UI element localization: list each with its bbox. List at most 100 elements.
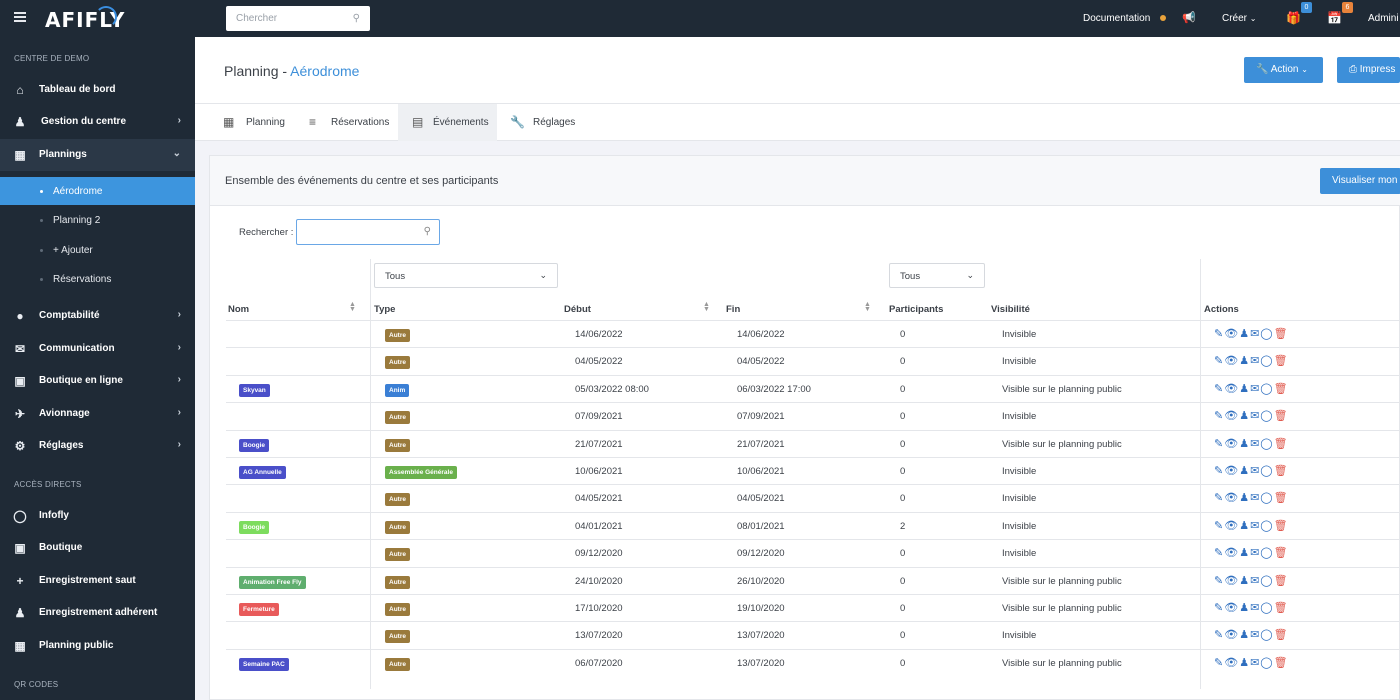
view-icon[interactable]: 👁: [1224, 382, 1238, 396]
sidebar-item-infofly[interactable]: ◯ Infofly: [0, 500, 195, 532]
mail-icon[interactable]: ✉: [1250, 382, 1259, 396]
edit-icon[interactable]: ✎: [1214, 382, 1223, 396]
comment-icon[interactable]: ◯: [1260, 546, 1272, 560]
column-header-debut[interactable]: Début: [564, 304, 591, 315]
gift-icon[interactable]: 🎁: [1286, 0, 1301, 37]
view-icon[interactable]: 👁: [1224, 601, 1238, 615]
participants-icon[interactable]: ♟: [1239, 628, 1249, 642]
delete-icon[interactable]: 🗑: [1274, 628, 1288, 642]
participants-filter-select[interactable]: Tous ⌄: [889, 263, 985, 288]
sidebar-item-enregistrement-saut[interactable]: + Enregistrement saut: [0, 565, 195, 597]
column-header-participants[interactable]: Participants: [889, 304, 943, 315]
comment-icon[interactable]: ◯: [1260, 437, 1272, 451]
sidebar-item-boutique[interactable]: ▣ Boutique: [0, 532, 195, 564]
mail-icon[interactable]: ✉: [1250, 574, 1259, 588]
delete-icon[interactable]: 🗑: [1274, 354, 1288, 368]
participants-icon[interactable]: ♟: [1239, 491, 1249, 505]
edit-icon[interactable]: ✎: [1214, 628, 1223, 642]
edit-icon[interactable]: ✎: [1214, 601, 1223, 615]
admin-menu[interactable]: Admini: [1368, 0, 1399, 37]
edit-icon[interactable]: ✎: [1214, 437, 1223, 451]
sidebar-item-gestion[interactable]: ♟ Gestion du centre ›: [0, 106, 195, 138]
comment-icon[interactable]: ◯: [1260, 354, 1272, 368]
mail-icon[interactable]: ✉: [1250, 628, 1259, 642]
edit-icon[interactable]: ✎: [1214, 409, 1223, 423]
event-name-badge[interactable]: AG Annuelle: [239, 466, 286, 479]
create-menu[interactable]: Créer ⌄: [1222, 0, 1257, 37]
menu-icon[interactable]: [14, 12, 26, 22]
view-icon[interactable]: 👁: [1224, 656, 1238, 670]
mail-icon[interactable]: ✉: [1250, 409, 1259, 423]
comment-icon[interactable]: ◯: [1260, 574, 1272, 588]
edit-icon[interactable]: ✎: [1214, 546, 1223, 560]
sidebar-item-planning-public[interactable]: ▦ Planning public: [0, 630, 195, 662]
participants-icon[interactable]: ♟: [1239, 464, 1249, 478]
mail-icon[interactable]: ✉: [1250, 437, 1259, 451]
comment-icon[interactable]: ◯: [1260, 628, 1272, 642]
comment-icon[interactable]: ◯: [1260, 656, 1272, 670]
edit-icon[interactable]: ✎: [1214, 354, 1223, 368]
sidebar-item-dashboard[interactable]: ⌂ Tableau de bord: [0, 74, 195, 106]
column-header-type[interactable]: Type: [374, 304, 395, 315]
participants-icon[interactable]: ♟: [1239, 601, 1249, 615]
event-name-badge[interactable]: Skyvan: [239, 383, 270, 397]
participants-icon[interactable]: ♟: [1239, 327, 1249, 341]
sidebar-subitem-reservations[interactable]: Réservations: [0, 265, 195, 293]
column-header-fin[interactable]: Fin: [726, 304, 740, 315]
participants-icon[interactable]: ♟: [1239, 382, 1249, 396]
sidebar-item-plannings[interactable]: ▦ Plannings ⌄: [0, 139, 195, 171]
mail-icon[interactable]: ✉: [1250, 464, 1259, 478]
participants-icon[interactable]: ♟: [1239, 656, 1249, 670]
comment-icon[interactable]: ◯: [1260, 464, 1272, 478]
comment-icon[interactable]: ◯: [1260, 601, 1272, 615]
mail-icon[interactable]: ✉: [1250, 601, 1259, 615]
delete-icon[interactable]: 🗑: [1274, 574, 1288, 588]
mail-icon[interactable]: ✉: [1250, 519, 1259, 533]
view-icon[interactable]: 👁: [1224, 354, 1238, 368]
view-icon[interactable]: 👁: [1224, 464, 1238, 478]
event-name-badge[interactable]: Semaine PAC: [239, 657, 289, 671]
participants-icon[interactable]: ♟: [1239, 574, 1249, 588]
sort-icon[interactable]: ▲ ▼: [349, 301, 356, 313]
mail-icon[interactable]: ✉: [1250, 656, 1259, 670]
sidebar-item-reglages[interactable]: ⚙ Réglages ›: [0, 430, 195, 462]
participants-icon[interactable]: ♟: [1239, 519, 1249, 533]
column-header-nom[interactable]: Nom: [228, 304, 249, 315]
sidebar-subitem-aerodrome[interactable]: Aérodrome: [0, 177, 195, 205]
edit-icon[interactable]: ✎: [1214, 464, 1223, 478]
delete-icon[interactable]: 🗑: [1274, 409, 1288, 423]
edit-icon[interactable]: ✎: [1214, 574, 1223, 588]
tab-reservations[interactable]: ≡ Réservations: [295, 104, 397, 141]
participants-icon[interactable]: ♟: [1239, 546, 1249, 560]
sidebar-subitem-planning2[interactable]: Planning 2: [0, 206, 195, 234]
delete-icon[interactable]: 🗑: [1274, 656, 1288, 670]
delete-icon[interactable]: 🗑: [1274, 546, 1288, 560]
type-filter-select[interactable]: Tous ⌄: [374, 263, 558, 288]
tab-reglages[interactable]: 🔧 Réglages: [497, 104, 587, 141]
megaphone-icon[interactable]: 📢: [1182, 0, 1196, 37]
view-icon[interactable]: 👁: [1224, 491, 1238, 505]
sidebar-item-enregistrement-adherent[interactable]: ♟ Enregistrement adhérent: [0, 597, 195, 629]
sort-icon[interactable]: ▲ ▼: [864, 301, 871, 313]
view-icon[interactable]: 👁: [1224, 409, 1238, 423]
delete-icon[interactable]: 🗑: [1274, 519, 1288, 533]
edit-icon[interactable]: ✎: [1214, 519, 1223, 533]
event-name-badge[interactable]: Boogie: [239, 520, 270, 534]
sort-icon[interactable]: ▲ ▼: [703, 301, 710, 313]
view-icon[interactable]: 👁: [1224, 546, 1238, 560]
mail-icon[interactable]: ✉: [1250, 354, 1259, 368]
participants-icon[interactable]: ♟: [1239, 409, 1249, 423]
participants-icon[interactable]: ♟: [1239, 354, 1249, 368]
edit-icon[interactable]: ✎: [1214, 327, 1223, 341]
visualize-button[interactable]: Visualiser mon p: [1320, 168, 1400, 194]
view-icon[interactable]: 👁: [1224, 519, 1238, 533]
sidebar-item-comptabilite[interactable]: ● Comptabilité ›: [0, 300, 195, 332]
documentation-link[interactable]: Documentation: [1083, 0, 1150, 37]
delete-icon[interactable]: 🗑: [1274, 491, 1288, 505]
tab-planning[interactable]: ▦ Planning: [209, 104, 304, 141]
mail-icon[interactable]: ✉: [1250, 546, 1259, 560]
participants-icon[interactable]: ♟: [1239, 437, 1249, 451]
delete-icon[interactable]: 🗑: [1274, 601, 1288, 615]
print-button[interactable]: ⎙ Impress: [1337, 57, 1400, 83]
event-name-badge[interactable]: Boogie: [239, 438, 270, 452]
